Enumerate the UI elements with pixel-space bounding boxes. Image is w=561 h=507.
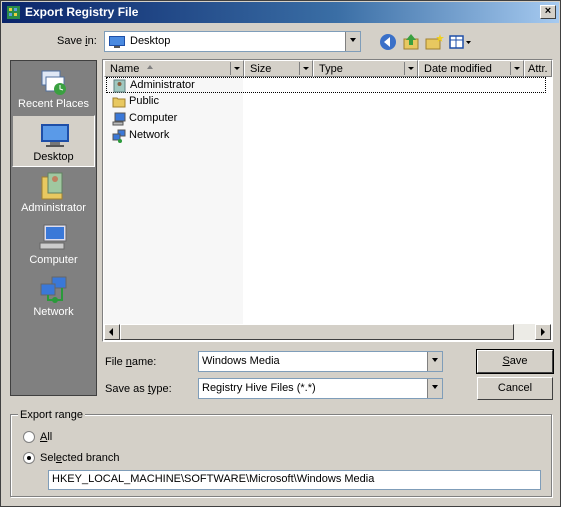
list-item[interactable]: Administrator xyxy=(106,77,546,93)
all-label[interactable]: All xyxy=(40,431,52,443)
chevron-down-icon[interactable] xyxy=(230,62,241,75)
place-network[interactable]: Network xyxy=(12,271,95,323)
chevron-down-icon[interactable] xyxy=(404,62,415,75)
network-icon xyxy=(112,129,126,143)
chevron-down-icon[interactable] xyxy=(427,352,442,371)
save-in-label: Save in: xyxy=(57,35,97,47)
computer-icon xyxy=(39,224,67,250)
place-desktop[interactable]: Desktop xyxy=(12,115,95,167)
column-header-date-modified[interactable]: Date modified xyxy=(418,60,524,77)
new-folder-icon[interactable] xyxy=(423,31,445,53)
save-in-value: Desktop xyxy=(130,35,171,47)
views-menu-icon[interactable] xyxy=(447,31,473,53)
file-list[interactable]: Name Size Type Date modified Attr. Admin… xyxy=(102,59,553,342)
save-in-dropdown[interactable]: Desktop xyxy=(104,31,361,52)
column-header-name[interactable]: Name xyxy=(104,60,244,77)
chevron-down-icon[interactable] xyxy=(427,379,442,398)
selected-branch-radio[interactable] xyxy=(23,452,35,464)
scroll-left-button[interactable] xyxy=(104,324,120,340)
arrow-right-icon xyxy=(541,328,545,336)
close-button[interactable]: × xyxy=(540,5,556,19)
place-computer[interactable]: Computer xyxy=(12,219,95,271)
column-header-type[interactable]: Type xyxy=(313,60,418,77)
export-range-title: Export range xyxy=(18,409,85,421)
chevron-down-icon[interactable] xyxy=(345,32,360,51)
recent-places-icon xyxy=(41,70,66,95)
desktop-icon xyxy=(41,124,69,147)
save-as-type-label: Save as type: xyxy=(105,383,172,395)
branch-path-field[interactable]: HKEY_LOCAL_MACHINE\SOFTWARE\Microsoft\Wi… xyxy=(48,470,541,490)
place-administrator[interactable]: Administrator xyxy=(12,167,95,219)
save-as-type-dropdown[interactable]: Registry Hive Files (*.*) xyxy=(198,378,443,399)
scroll-right-button[interactable] xyxy=(535,324,551,340)
window-title: Export Registry File xyxy=(25,5,139,19)
export-registry-dialog: Export Registry File × Save in: Desktop … xyxy=(0,0,561,507)
selected-branch-label[interactable]: Selected branch xyxy=(40,452,120,464)
chevron-down-icon[interactable] xyxy=(299,62,310,75)
user-folder-icon xyxy=(113,79,126,93)
places-bar: Recent Places Desktop Administrator Comp… xyxy=(10,60,97,396)
column-header-attr[interactable]: Attr. xyxy=(524,60,552,77)
scroll-thumb[interactable] xyxy=(120,324,514,340)
list-item[interactable]: Network xyxy=(106,128,546,144)
horizontal-scrollbar[interactable] xyxy=(104,324,551,340)
close-icon: × xyxy=(544,5,552,17)
list-item[interactable]: Computer xyxy=(106,111,546,127)
network-icon xyxy=(40,276,67,303)
back-icon[interactable] xyxy=(377,31,399,53)
desktop-icon xyxy=(109,36,125,48)
registry-app-icon xyxy=(7,6,20,19)
save-button[interactable]: Save xyxy=(476,349,554,374)
up-folder-icon[interactable] xyxy=(400,31,422,53)
file-name-label: File name: xyxy=(105,356,157,368)
folder-icon xyxy=(112,97,126,108)
user-folder-icon xyxy=(41,172,63,200)
sort-ascending-icon xyxy=(147,65,153,69)
arrow-left-icon xyxy=(109,328,113,336)
column-header-size[interactable]: Size xyxy=(244,60,313,77)
chevron-down-icon[interactable] xyxy=(510,62,521,75)
cancel-button[interactable]: Cancel xyxy=(477,377,553,400)
computer-icon xyxy=(112,112,126,126)
list-item[interactable]: Public xyxy=(106,94,546,110)
file-name-field[interactable]: Windows Media xyxy=(198,351,443,372)
title-bar[interactable]: Export Registry File × xyxy=(2,2,559,23)
all-radio[interactable] xyxy=(23,431,35,443)
place-recent-places[interactable]: Recent Places xyxy=(12,63,95,115)
